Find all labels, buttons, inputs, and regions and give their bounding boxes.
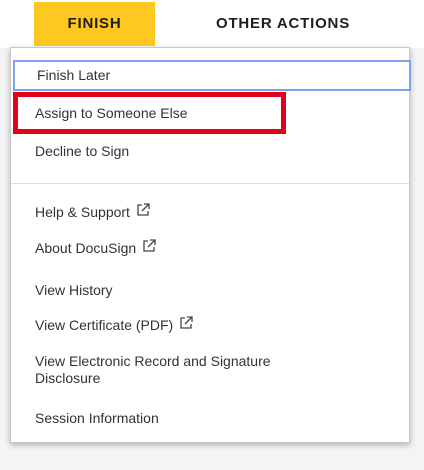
finish-button[interactable]: FINISH <box>34 2 155 46</box>
menu-item-session-information[interactable]: Session Information <box>11 403 409 433</box>
external-link-icon <box>137 203 150 216</box>
menu-item-view-certificate[interactable]: View Certificate (PDF) <box>11 310 409 340</box>
menu-item-label: View Certificate (PDF) <box>35 317 174 333</box>
menu-item-view-electronic-record[interactable]: View Electronic Record and Signature Dis… <box>11 353 409 387</box>
menu-divider <box>11 183 409 184</box>
menu-item-assign-to-someone-else[interactable]: Assign to Someone Else <box>11 98 409 128</box>
menu-item-finish-later[interactable]: Finish Later <box>13 60 411 91</box>
other-actions-menu: Finish Later Assign to Someone Else Decl… <box>10 47 411 443</box>
menu-item-view-history[interactable]: View History <box>11 275 409 305</box>
other-actions-button[interactable]: OTHER ACTIONS <box>183 2 383 46</box>
menu-item-about-docusign[interactable]: About DocuSign <box>11 233 409 263</box>
external-link-icon <box>180 316 193 329</box>
menu-item-help-support[interactable]: Help & Support <box>11 197 409 227</box>
menu-item-label: About DocuSign <box>35 240 137 256</box>
external-link-icon <box>143 239 156 252</box>
menu-item-label: Help & Support <box>35 204 130 220</box>
menu-item-decline-to-sign[interactable]: Decline to Sign <box>11 136 409 166</box>
